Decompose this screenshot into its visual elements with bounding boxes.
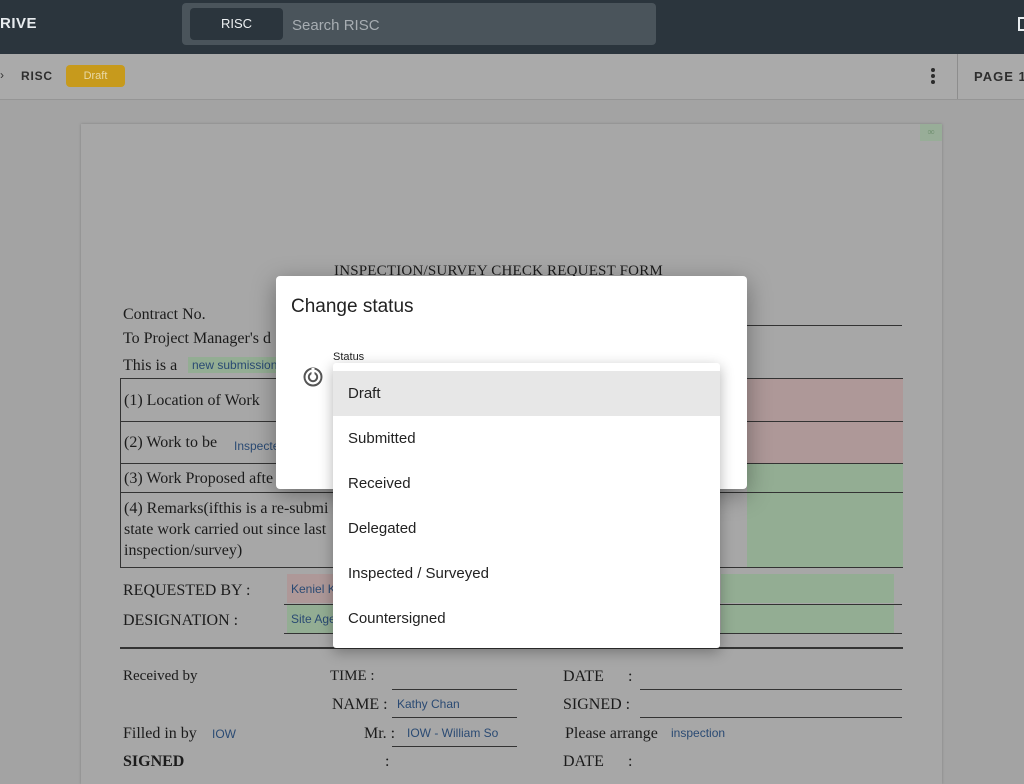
status-dropdown-menu: Draft Submitted Received Delegated Inspe… bbox=[333, 363, 720, 648]
status-option-countersigned[interactable]: Countersigned bbox=[333, 596, 720, 641]
status-option-delegated[interactable]: Delegated bbox=[333, 506, 720, 551]
dialog-title: Change status bbox=[291, 296, 414, 317]
status-option-submitted[interactable]: Submitted bbox=[333, 416, 720, 461]
status-option-draft[interactable]: Draft bbox=[333, 371, 720, 416]
status-field-label: Status bbox=[333, 351, 365, 363]
status-option-received[interactable]: Received bbox=[333, 461, 720, 506]
status-option-inspected-surveyed[interactable]: Inspected / Surveyed bbox=[333, 551, 720, 596]
status-icon bbox=[303, 367, 323, 387]
